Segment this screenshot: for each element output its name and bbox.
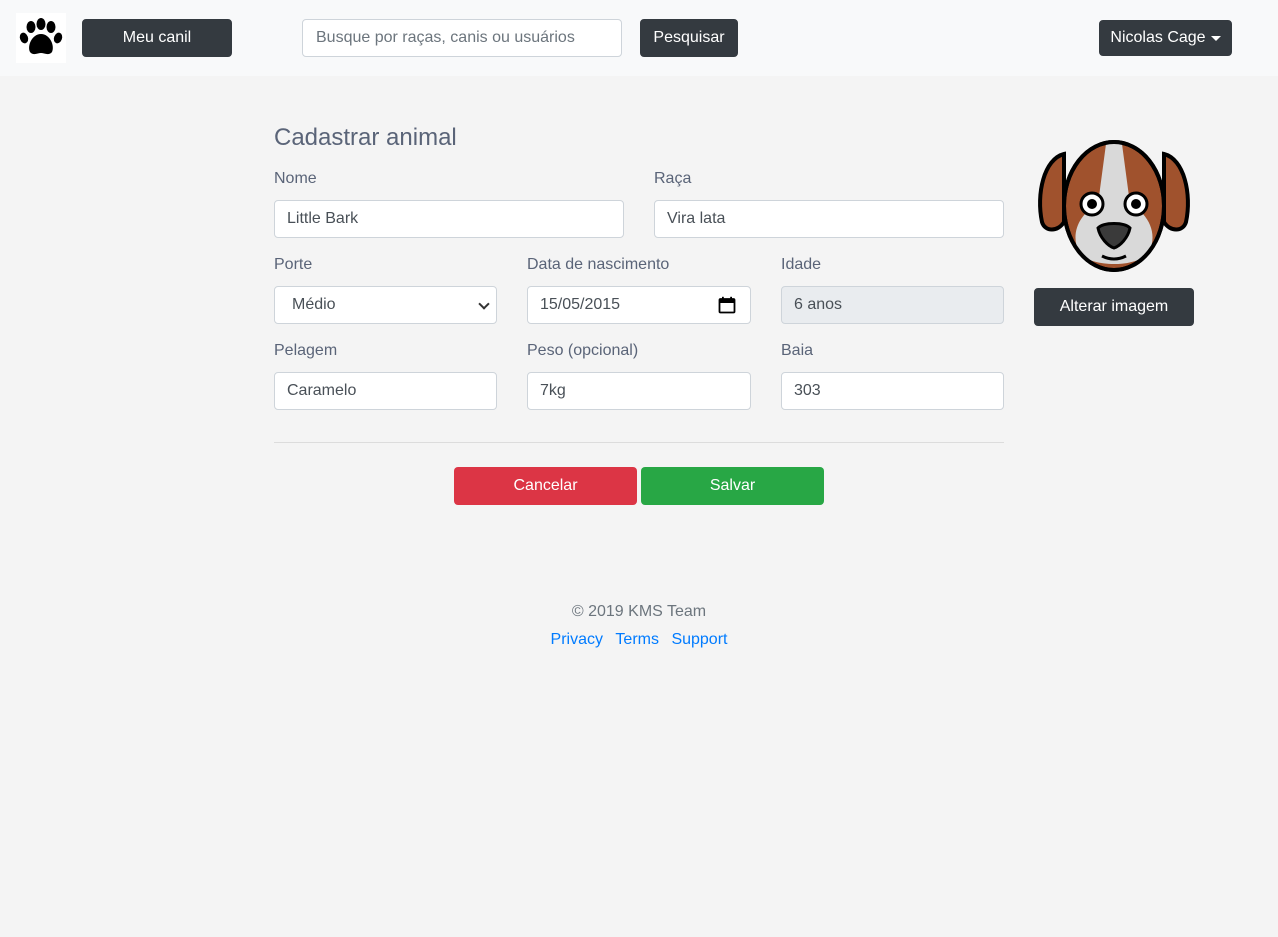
breed-label: Raça <box>654 170 692 187</box>
weight-value: 7kg <box>540 382 566 399</box>
breed-value: Vira lata <box>667 210 726 227</box>
weight-label: Peso (opcional) <box>527 342 639 359</box>
breed-field[interactable]: Vira lata <box>654 200 1004 238</box>
search-button[interactable]: Pesquisar <box>640 19 738 57</box>
name-field[interactable]: Little Bark <box>274 200 624 238</box>
cancel-button[interactable]: Cancelar <box>454 467 637 505</box>
top-navbar: Meu canil Pesquisar Nicolas Cage <box>0 0 1278 76</box>
chevron-down-icon <box>478 298 490 310</box>
save-button[interactable]: Salvar <box>641 467 824 505</box>
footer-link-terms[interactable]: Terms <box>615 631 659 648</box>
birth-date-value: 15/05/2015 <box>540 296 621 313</box>
change-image-button[interactable]: Alterar imagem <box>1034 288 1194 326</box>
dog-avatar-image <box>1038 140 1190 272</box>
coat-label: Pelagem <box>274 342 338 359</box>
user-name: Nicolas Cage <box>1110 29 1206 46</box>
size-label: Porte <box>274 256 313 273</box>
birth-date-field[interactable]: 15/05/2015 <box>527 286 751 324</box>
my-kennel-button[interactable]: Meu canil <box>82 19 232 57</box>
caret-down-icon <box>1210 35 1221 41</box>
stall-value: 303 <box>794 382 821 399</box>
coat-field[interactable]: Caramelo <box>274 372 497 410</box>
user-menu-dropdown[interactable]: Nicolas Cage <box>1099 20 1232 56</box>
age-field: 6 anos <box>781 286 1004 324</box>
name-label: Nome <box>274 170 317 187</box>
stall-field[interactable]: 303 <box>781 372 1004 410</box>
calendar-icon[interactable] <box>718 296 736 314</box>
size-value: Médio <box>292 296 336 313</box>
footer-link-support[interactable]: Support <box>671 631 727 648</box>
footer-copyright: © 2019 KMS Team <box>571 603 707 620</box>
footer-link-privacy[interactable]: Privacy <box>551 631 603 648</box>
age-label: Idade <box>781 256 822 273</box>
page-title: Cadastrar animal <box>274 124 457 151</box>
weight-field[interactable]: 7kg <box>527 372 751 410</box>
paw-logo-icon[interactable] <box>16 13 66 63</box>
birth-date-label: Data de nascimento <box>527 256 670 273</box>
name-value: Little Bark <box>287 210 359 227</box>
divider <box>274 442 1004 443</box>
footer-links: Privacy Terms Support <box>0 631 1278 649</box>
stall-label: Baia <box>781 342 814 359</box>
coat-value: Caramelo <box>287 382 357 399</box>
age-value: 6 anos <box>794 296 843 313</box>
size-select[interactable]: Médio <box>274 286 497 324</box>
search-input[interactable] <box>302 19 622 57</box>
